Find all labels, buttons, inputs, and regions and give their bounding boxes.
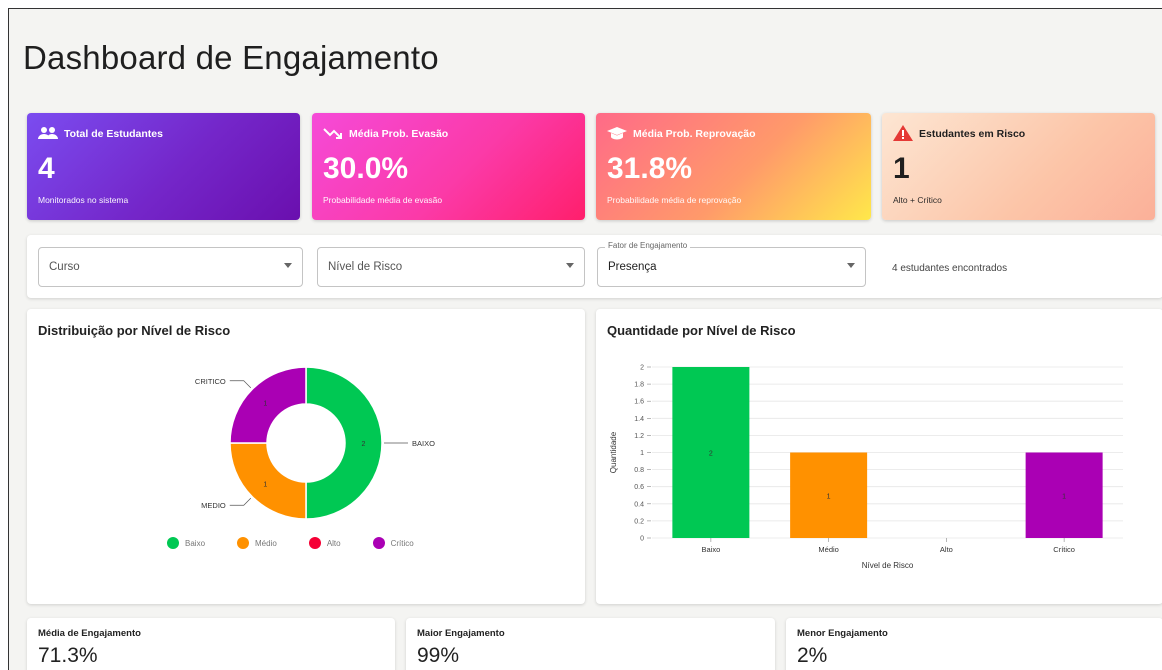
legend-dot: [372, 537, 385, 549]
stat-label: Média de Engajamento: [38, 628, 141, 639]
legend-label: Crítico: [390, 538, 414, 548]
kpi-subtitle: Probabilidade média de reprovação: [607, 195, 742, 205]
page-title: Dashboard de Engajamento: [23, 39, 439, 76]
chevron-down-icon[interactable]: [566, 263, 574, 268]
y-tick-label: 0.8: [634, 467, 644, 474]
kpi-value: 4: [38, 152, 55, 185]
stat-card-min-engagement: Menor Engajamento 2%: [786, 618, 1162, 670]
slice-leader-line: [229, 380, 252, 389]
y-tick-label: 2: [640, 365, 644, 372]
kpi-subtitle: Monitorados no sistema: [38, 195, 129, 205]
trending-down-icon: [323, 126, 343, 143]
kpi-value: 30.0%: [323, 152, 409, 185]
course-select-placeholder: Curso: [49, 261, 80, 273]
risk-level-select[interactable]: Nível de Risco: [317, 247, 585, 287]
legend-item-baixo[interactable]: Baixo: [167, 537, 205, 549]
pie-slice-medio: [229, 442, 307, 520]
engagement-factor-select[interactable]: Fator de Engajamento Presença: [597, 241, 866, 287]
legend-item-critico[interactable]: Crítico: [372, 537, 414, 549]
people-icon: [38, 126, 58, 143]
donut-chart: 2 BAIXO 1 MEDIO 1 CRITICO: [195, 366, 435, 520]
stat-value: 99%: [417, 644, 460, 667]
legend-label: Baixo: [185, 538, 206, 548]
stat-label: Menor Engajamento: [797, 628, 888, 639]
y-tick-label: 0.4: [634, 501, 644, 508]
kpi-card-at-risk: Estudantes em Risco 1 Alto + Crítico: [882, 113, 1155, 220]
risk-distribution-card: Distribuição por Nível de Risco 2 BAIXO 1 M…: [27, 309, 585, 604]
x-tick-label: Crítico: [1053, 545, 1075, 554]
legend-label: Alto: [326, 538, 341, 548]
app-frame: Dashboard de Engajamento Total de Estuda…: [8, 8, 1162, 670]
pie-slice-critico: [229, 366, 307, 444]
legend-dot: [308, 537, 321, 549]
bar-value-label: 1: [1062, 493, 1066, 500]
bar-chart: 0 0.2 0.4 0.6 0.8 1 1.2 1.4 1.6 1.8 2 2 Baixo 1 Médio A…: [609, 365, 1123, 570]
kpi-label: Total de Estudantes: [64, 128, 163, 140]
engagement-factor-value: Presença: [608, 261, 657, 273]
kpi-card-total-students: Total de Estudantes 4 Monitorados no sis…: [27, 113, 300, 220]
legend-dot: [167, 537, 179, 549]
kpi-subtitle: Probabilidade média de evasão: [323, 195, 443, 205]
kpi-label: Média Prob. Evasão: [349, 128, 449, 140]
y-tick-label: 1.4: [634, 416, 644, 423]
slice-category-label: MEDIO: [201, 501, 226, 510]
legend-dot: [237, 537, 250, 549]
stat-value: 71.3%: [38, 644, 98, 667]
bar-value-label: 2: [709, 451, 713, 458]
y-tick-label: 1.6: [634, 399, 644, 406]
kpi-label: Média Prob. Reprovação: [633, 128, 756, 140]
slice-value-label: 1: [263, 482, 267, 489]
slice-category-label: CRITICO: [195, 377, 226, 386]
chart-title: Quantidade por Nível de Risco: [607, 323, 796, 338]
stat-label: Maior Engajamento: [417, 628, 505, 639]
warning-icon: [893, 124, 913, 144]
pie-slice-baixo: [305, 366, 383, 520]
x-axis-label: Nível de Risco: [862, 561, 914, 570]
graduation-cap-icon: [607, 126, 627, 143]
course-select[interactable]: Curso: [38, 247, 303, 287]
legend-label: Médio: [255, 538, 277, 548]
stat-value: 2%: [797, 644, 828, 667]
y-tick-label: 0: [640, 536, 644, 543]
bar-value-label: 1: [827, 493, 831, 500]
kpi-value: 1: [893, 152, 910, 185]
slice-value-label: 1: [263, 400, 267, 407]
chevron-down-icon[interactable]: [284, 263, 292, 268]
chart-legend: Baixo Médio Alto Crítico: [167, 537, 414, 549]
slice-value-label: 2: [362, 441, 366, 448]
legend-item-alto[interactable]: Alto: [308, 537, 341, 549]
x-tick-label: Médio: [818, 545, 838, 554]
y-tick-label: 0.6: [634, 484, 644, 491]
slice-category-label: BAIXO: [412, 439, 435, 448]
y-tick-label: 0.2: [634, 518, 644, 525]
y-tick-label: 1.8: [634, 382, 644, 389]
chart-title: Distribuição por Nível de Risco: [38, 323, 231, 338]
slice-leader-line: [229, 497, 252, 506]
filters-bar: Curso Nível de Risco Fator de Engajament…: [27, 235, 1162, 298]
stat-card-max-engagement: Maior Engajamento 99%: [406, 618, 775, 670]
kpi-value: 31.8%: [607, 152, 693, 185]
risk-count-card: Quantidade por Nível de Risco 0 0.2 0.4 0.6…: [596, 309, 1162, 604]
engagement-factor-label: Fator de Engajamento: [605, 241, 691, 250]
kpi-card-failure-prob: Média Prob. Reprovação 31.8% Probabilida…: [596, 113, 871, 220]
y-tick-label: 1.2: [634, 433, 644, 440]
kpi-subtitle: Alto + Crítico: [893, 195, 942, 205]
legend-item-medio[interactable]: Médio: [237, 537, 277, 549]
x-tick-label: Alto: [940, 545, 953, 554]
results-count: 4 estudantes encontrados: [892, 263, 1008, 274]
risk-level-select-placeholder: Nível de Risco: [328, 261, 403, 273]
y-tick-label: 1: [640, 450, 644, 457]
chevron-down-icon[interactable]: [847, 263, 855, 268]
kpi-card-dropout-prob: Média Prob. Evasão 30.0% Probabilidade m…: [312, 113, 585, 220]
kpi-label: Estudantes em Risco: [919, 128, 1026, 140]
stat-card-average-engagement: Média de Engajamento 71.3%: [27, 618, 395, 670]
x-tick-label: Baixo: [701, 545, 720, 554]
y-axis-label: Quantidade: [609, 431, 618, 473]
